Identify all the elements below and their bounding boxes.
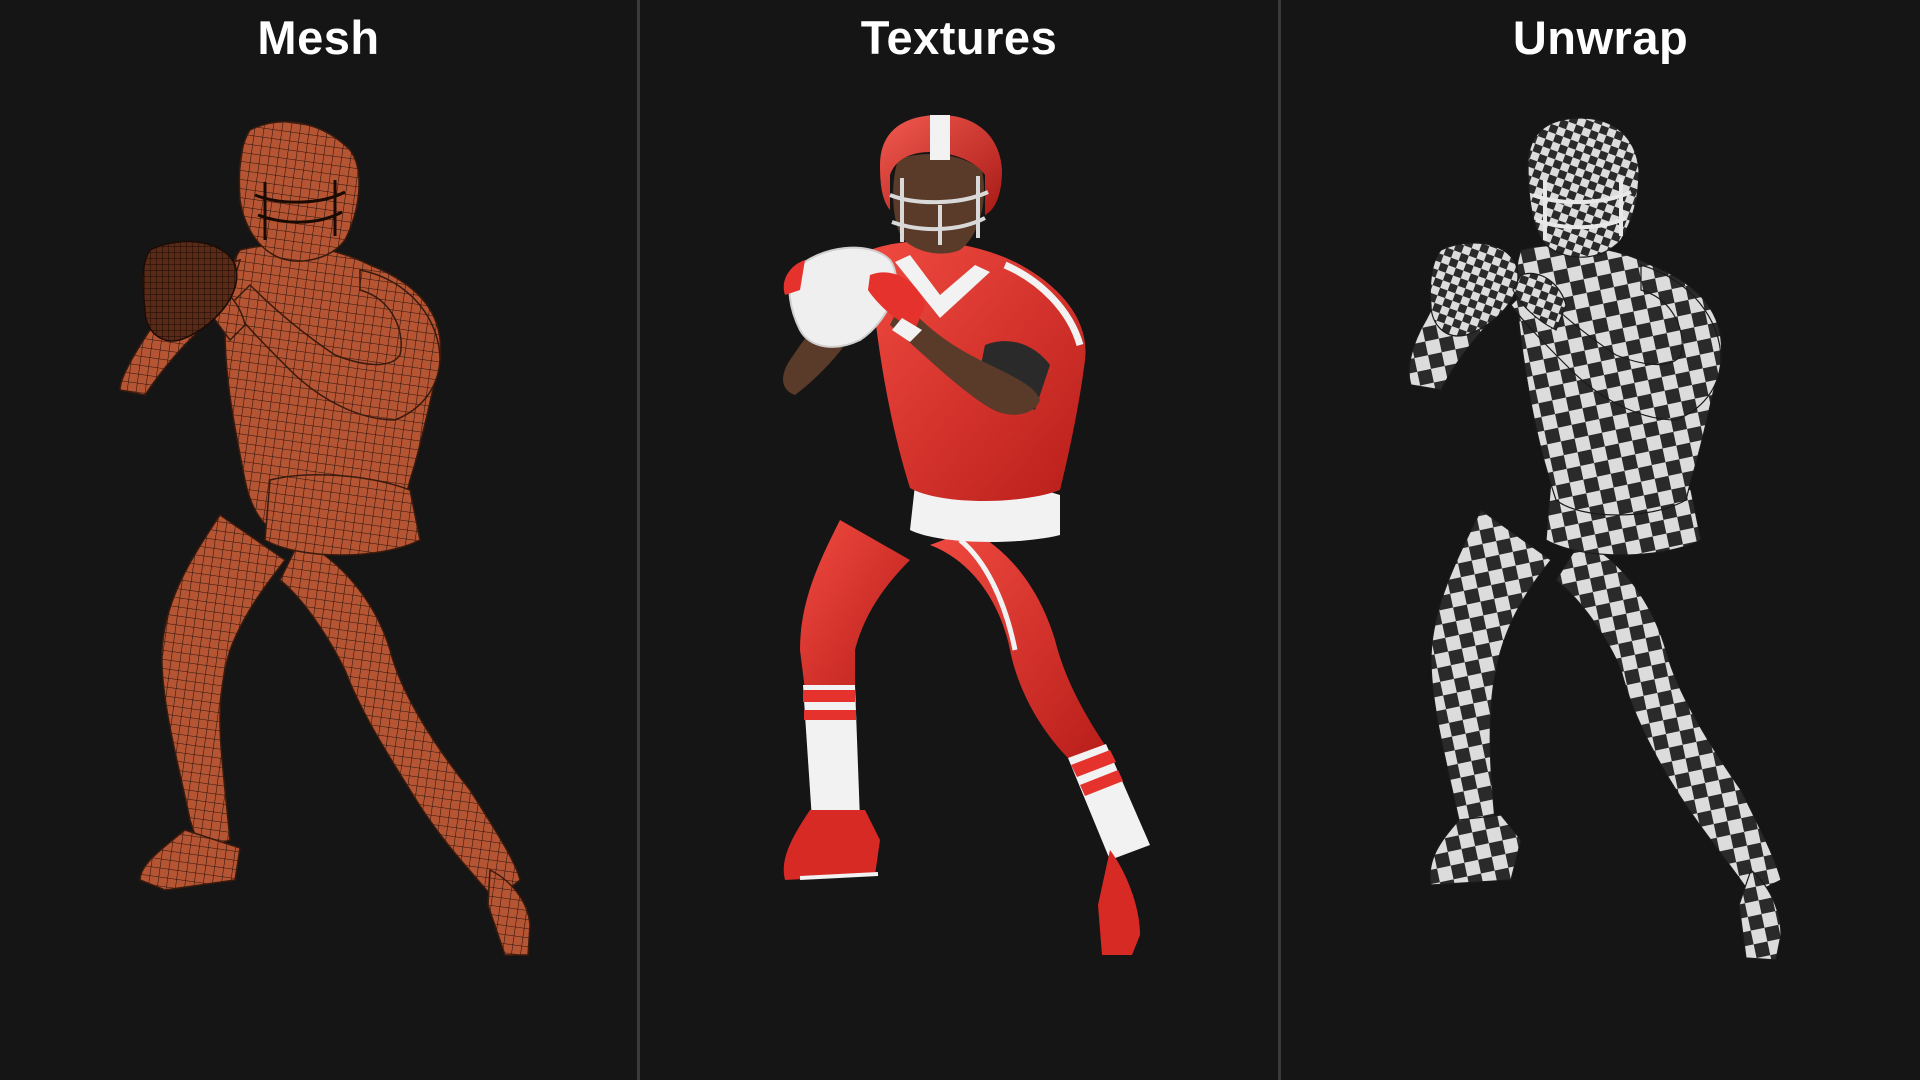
textures-panel: Textures: [640, 0, 1278, 1080]
comparison-stage: Mesh Textures Unwrap: [0, 0, 1920, 1080]
mesh-wireframe-figure: [119, 121, 531, 956]
uv-checker-figure: [1408, 117, 1782, 961]
unwrap-panel: Unwrap: [1281, 0, 1920, 1080]
mesh-panel: Mesh: [0, 0, 637, 1080]
textured-player-figure: [783, 115, 1150, 955]
